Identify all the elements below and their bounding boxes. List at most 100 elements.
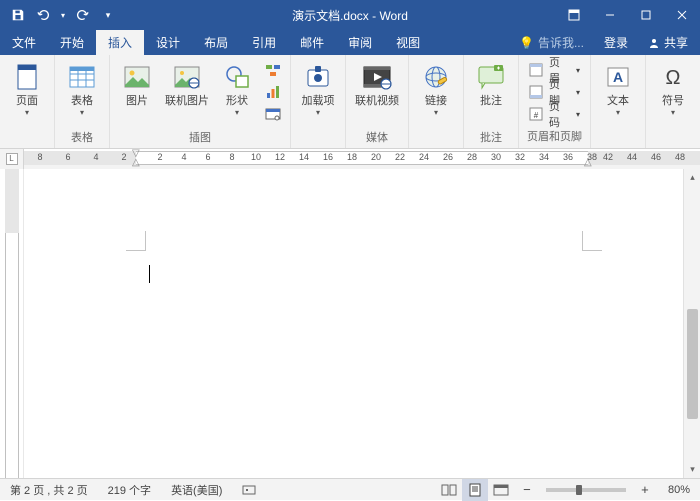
svg-text:#: # [534, 111, 539, 120]
read-mode-button[interactable] [436, 479, 462, 501]
tab-file[interactable]: 文件 [0, 30, 48, 55]
hanging-indent[interactable]: △ [132, 157, 140, 168]
page-button[interactable]: 页面 ▾ [6, 59, 48, 127]
picture-button[interactable]: 图片 [116, 59, 158, 127]
save-icon[interactable] [6, 3, 30, 27]
group-header-footer: 页眉▾ 页脚▾ # 页码▾ 页眉和页脚 [519, 55, 591, 148]
print-layout-button[interactable] [462, 479, 488, 501]
group-symbols: Ω 符号 ▾ [646, 55, 700, 148]
comment-button[interactable]: 批注 [470, 59, 512, 127]
tab-design[interactable]: 设计 [144, 30, 192, 55]
language-status[interactable]: 英语(美国) [161, 479, 232, 501]
ruler-row: L ▽ △ △ 86422468101214161820222426283032… [0, 149, 700, 169]
page-viewport[interactable] [24, 169, 683, 478]
zoom-out-button[interactable]: − [514, 479, 540, 501]
picture-icon [121, 61, 153, 93]
lightbulb-icon: 💡 [519, 36, 534, 50]
group-links: 链接 ▾ [409, 55, 464, 148]
web-layout-button[interactable] [488, 479, 514, 501]
vertical-scrollbar[interactable]: ▴ ▾ [683, 169, 700, 478]
tab-mailings[interactable]: 邮件 [288, 30, 336, 55]
horizontal-ruler[interactable]: ▽ △ △ 8642246810121416182022242628303234… [24, 149, 700, 169]
undo-dropdown-icon[interactable]: ▾ [58, 3, 68, 27]
chevron-down-icon: ▾ [671, 108, 675, 117]
tell-me-placeholder: 告诉我... [538, 34, 584, 51]
signin-button[interactable]: 登录 [594, 34, 638, 51]
footer-icon [529, 84, 543, 100]
zoom-level[interactable]: 80% [658, 479, 700, 501]
scroll-down-icon[interactable]: ▾ [684, 461, 700, 478]
tab-references[interactable]: 引用 [240, 30, 288, 55]
header-icon [529, 62, 543, 78]
screenshot-button[interactable] [262, 103, 284, 124]
maximize-button[interactable] [628, 0, 664, 30]
redo-icon[interactable] [70, 3, 94, 27]
ribbon-display-options-icon[interactable] [556, 0, 592, 30]
document-area: ▴ ▾ [0, 169, 700, 478]
minimize-button[interactable] [592, 0, 628, 30]
window-title: 演示文档.docx - Word [292, 7, 408, 24]
scroll-up-icon[interactable]: ▴ [684, 169, 700, 186]
textbox-button[interactable]: A 文本 ▾ [597, 59, 639, 127]
tab-layout[interactable]: 布局 [192, 30, 240, 55]
share-icon [648, 37, 660, 49]
tab-insert[interactable]: 插入 [96, 30, 144, 55]
online-picture-icon [171, 61, 203, 93]
symbol-icon: Ω [657, 61, 689, 93]
online-video-button[interactable]: 联机视频 [352, 59, 402, 127]
group-pages: 页面 ▾ [0, 55, 55, 148]
chevron-down-icon: ▾ [25, 108, 29, 117]
group-illustrations: 图片 联机图片 形状 ▾ 插图 [110, 55, 291, 148]
vertical-ruler[interactable] [0, 169, 24, 478]
svg-text:Ω: Ω [666, 67, 681, 89]
comment-icon [475, 61, 507, 93]
chart-button[interactable] [262, 81, 284, 102]
link-icon [420, 61, 452, 93]
tab-selector[interactable]: L [0, 149, 24, 169]
chevron-down-icon: ▾ [434, 108, 438, 117]
title-bar: ▾ ▾ 演示文档.docx - Word [0, 0, 700, 30]
macro-status[interactable] [232, 479, 266, 501]
table-button[interactable]: 表格 ▾ [61, 59, 103, 127]
tab-view[interactable]: 视图 [384, 30, 432, 55]
page-status[interactable]: 第 2 页 , 共 2 页 [0, 479, 98, 501]
chevron-down-icon: ▾ [616, 108, 620, 117]
zoom-slider-thumb[interactable] [576, 485, 582, 495]
shapes-icon [221, 61, 253, 93]
addins-button[interactable]: 加载项 ▾ [297, 59, 339, 127]
share-button[interactable]: 共享 [640, 34, 696, 51]
addins-icon [302, 61, 334, 93]
video-icon [361, 61, 393, 93]
text-cursor [149, 265, 150, 283]
symbol-button[interactable]: Ω 符号 ▾ [652, 59, 694, 127]
links-button[interactable]: 链接 ▾ [415, 59, 457, 127]
zoom-slider[interactable] [546, 488, 626, 492]
group-media: 联机视频 媒体 [346, 55, 409, 148]
tab-home[interactable]: 开始 [48, 30, 96, 55]
page-number-button[interactable]: # 页码▾ [525, 103, 584, 125]
scrollbar-thumb[interactable] [687, 309, 698, 419]
word-count[interactable]: 219 个字 [98, 479, 161, 501]
chevron-down-icon: ▾ [80, 108, 84, 117]
tab-review[interactable]: 审阅 [336, 30, 384, 55]
smartart-button[interactable] [262, 59, 284, 80]
chevron-down-icon: ▾ [316, 108, 320, 117]
tell-me-search[interactable]: 💡 告诉我... [511, 34, 592, 51]
document-page[interactable] [34, 175, 674, 478]
page-number-icon: # [529, 106, 543, 122]
status-bar: 第 2 页 , 共 2 页 219 个字 英语(美国) − + 80% [0, 478, 700, 500]
qat-customize-icon[interactable]: ▾ [96, 3, 120, 27]
ribbon: 页面 ▾ 表格 ▾ 表格 图片 [0, 55, 700, 149]
page-icon [11, 61, 43, 93]
group-tables: 表格 ▾ 表格 [55, 55, 110, 148]
table-icon [66, 61, 98, 93]
svg-text:A: A [613, 69, 623, 85]
textbox-icon: A [602, 61, 634, 93]
online-picture-button[interactable]: 联机图片 [162, 59, 212, 127]
group-comments: 批注 批注 [464, 55, 519, 148]
zoom-in-button[interactable]: + [632, 479, 658, 501]
ribbon-tabs: 文件 开始 插入 设计 布局 引用 邮件 审阅 视图 💡 告诉我... 登录 共… [0, 30, 700, 55]
shapes-button[interactable]: 形状 ▾ [216, 59, 258, 127]
close-button[interactable] [664, 0, 700, 30]
undo-icon[interactable] [32, 3, 56, 27]
